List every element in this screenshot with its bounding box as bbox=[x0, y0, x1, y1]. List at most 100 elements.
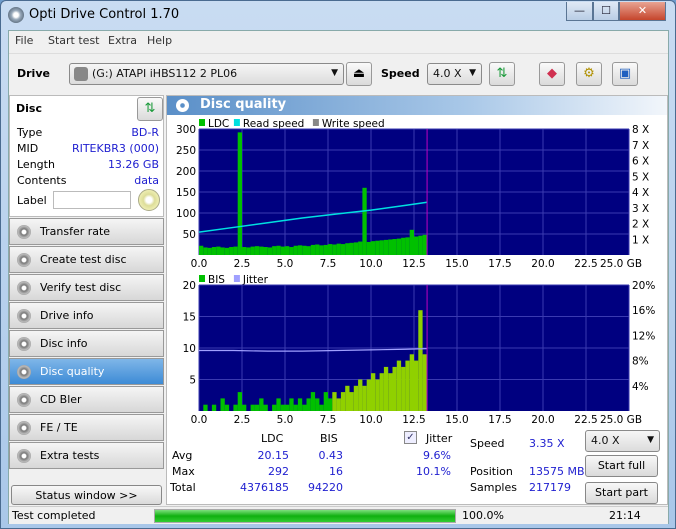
refresh-button[interactable]: ⇅ bbox=[489, 62, 515, 86]
y-tick-label: 200 bbox=[176, 166, 196, 178]
disc-mid-row: MID RITEKBR3 (000) bbox=[17, 142, 161, 158]
ldc-bar bbox=[319, 245, 324, 255]
bis-bar bbox=[259, 398, 264, 411]
speed-select[interactable]: 4.0 X ▼ bbox=[427, 63, 482, 85]
ldc-bar bbox=[388, 239, 393, 255]
row-key: Contents bbox=[17, 174, 67, 187]
bis-avg: 0.43 bbox=[318, 449, 344, 462]
test-speed-select[interactable]: 4.0 X ▼ bbox=[585, 430, 660, 452]
ldc-bar bbox=[349, 242, 354, 255]
row-key: Type bbox=[17, 126, 43, 139]
nav-label: Verify test disc bbox=[40, 281, 122, 294]
bis-bar bbox=[353, 385, 359, 411]
ldc-bar bbox=[280, 246, 285, 255]
legend-swatch bbox=[233, 119, 240, 126]
ldc-bar bbox=[297, 245, 303, 255]
disc-contents-row: Contents data bbox=[17, 174, 161, 190]
progress-text: 100.0% bbox=[462, 509, 504, 522]
bis-bar bbox=[401, 366, 406, 411]
disc-icon bbox=[17, 281, 31, 295]
ldc-bar bbox=[229, 247, 234, 255]
jitter-checkbox[interactable]: ✓ bbox=[404, 431, 417, 444]
bis-bar bbox=[203, 404, 208, 411]
status-window-button[interactable]: Status window >> bbox=[11, 485, 162, 505]
bis-bar bbox=[328, 398, 333, 411]
x-tick-label: 12.5 bbox=[402, 414, 425, 426]
nav-cd-bler[interactable]: CD Bler bbox=[9, 386, 164, 413]
nav-create-test-disc[interactable]: Create test disc bbox=[9, 246, 164, 273]
nav-label: FE / TE bbox=[40, 421, 78, 434]
ldc-bar bbox=[285, 246, 290, 255]
minimize-button[interactable]: — bbox=[566, 2, 593, 21]
ldc-bar bbox=[362, 187, 367, 255]
test-speed-value: 4.0 X bbox=[591, 434, 620, 447]
speed-label: Speed bbox=[470, 437, 505, 450]
bis-bar bbox=[233, 404, 238, 411]
bis-bar bbox=[379, 373, 384, 411]
menu-file[interactable]: File bbox=[15, 34, 33, 47]
menu-extra[interactable]: Extra bbox=[108, 34, 137, 47]
nav-label: Create test disc bbox=[40, 253, 127, 266]
bis-bar bbox=[276, 398, 281, 411]
ldc-bar bbox=[267, 247, 273, 255]
nav-label: CD Bler bbox=[40, 393, 82, 406]
disc-icon bbox=[17, 421, 31, 435]
x-tick-label: 10.0 bbox=[359, 258, 382, 270]
nav-disc-quality[interactable]: Disc quality bbox=[9, 358, 164, 385]
ldc-bar bbox=[203, 247, 208, 255]
nav-extra-tests[interactable]: Extra tests bbox=[9, 442, 164, 469]
nav-label: Transfer rate bbox=[40, 225, 111, 238]
menu-help[interactable]: Help bbox=[147, 34, 172, 47]
nav-transfer-rate[interactable]: Transfer rate bbox=[9, 218, 164, 245]
start-part-button[interactable]: Start part bbox=[585, 482, 658, 504]
panel-title: Disc quality bbox=[167, 96, 667, 115]
progress-fill bbox=[155, 510, 455, 522]
menu-start-test[interactable]: Start test bbox=[48, 34, 100, 47]
disc-icon[interactable] bbox=[138, 189, 160, 211]
bis-bar bbox=[332, 392, 337, 411]
nav-disc-info[interactable]: Disc info bbox=[9, 330, 164, 357]
y-tick-label: 50 bbox=[183, 229, 196, 241]
start-full-button[interactable]: Start full bbox=[585, 455, 658, 477]
drive-value: (G:) ATAPI iHBS112 2 PL06 bbox=[92, 67, 238, 80]
ldc-bar bbox=[371, 241, 376, 255]
close-button[interactable]: ✕ bbox=[619, 2, 666, 21]
x-tick-label: 12.5 bbox=[402, 258, 425, 270]
bis-bar bbox=[362, 385, 367, 411]
erase-button[interactable]: ◆ bbox=[539, 62, 565, 86]
y-tick-label: 20 bbox=[183, 280, 196, 292]
settings-button[interactable]: ⚙ bbox=[576, 62, 602, 86]
drive-label: Drive bbox=[17, 67, 50, 80]
bis-bar bbox=[418, 310, 423, 411]
bis-bar bbox=[422, 354, 427, 411]
legend-label: Jitter bbox=[242, 274, 269, 286]
ldc-bar bbox=[328, 244, 333, 255]
eraser-icon: ◆ bbox=[547, 66, 557, 81]
ldc-bar bbox=[293, 245, 298, 255]
status-text: Test completed bbox=[12, 509, 96, 522]
nav-drive-info[interactable]: Drive info bbox=[9, 302, 164, 329]
eject-button[interactable]: ⏏ bbox=[346, 62, 372, 86]
bis-bar bbox=[263, 404, 268, 411]
bis-bar bbox=[250, 404, 255, 411]
nav-verify-test-disc[interactable]: Verify test disc bbox=[9, 274, 164, 301]
drive-select[interactable]: (G:) ATAPI iHBS112 2 PL06 ▼ bbox=[69, 63, 344, 85]
x-tick-label: 25.0 GB bbox=[600, 258, 642, 270]
nav-fe-te[interactable]: FE / TE bbox=[9, 414, 164, 441]
disc-length-row: Length 13.26 GB bbox=[17, 158, 161, 174]
row-value: RITEKBR3 (000) bbox=[71, 142, 159, 155]
ldc-bar bbox=[323, 244, 328, 255]
legend-label: Read speed bbox=[243, 118, 304, 130]
x-tick-label: 5.0 bbox=[277, 258, 294, 270]
bis-bar bbox=[302, 404, 307, 411]
bis-bar bbox=[306, 398, 311, 411]
y2-tick-label: 2 X bbox=[632, 219, 649, 231]
ldc-bar bbox=[199, 245, 204, 255]
ldc-bar bbox=[315, 244, 320, 255]
save-button[interactable]: ▣ bbox=[612, 62, 638, 86]
ldc-bar bbox=[302, 245, 307, 255]
ldc-bar bbox=[336, 243, 341, 255]
maximize-button[interactable]: ☐ bbox=[593, 2, 619, 21]
label-input[interactable] bbox=[53, 191, 131, 209]
disc-refresh-button[interactable]: ⇅ bbox=[137, 97, 163, 121]
